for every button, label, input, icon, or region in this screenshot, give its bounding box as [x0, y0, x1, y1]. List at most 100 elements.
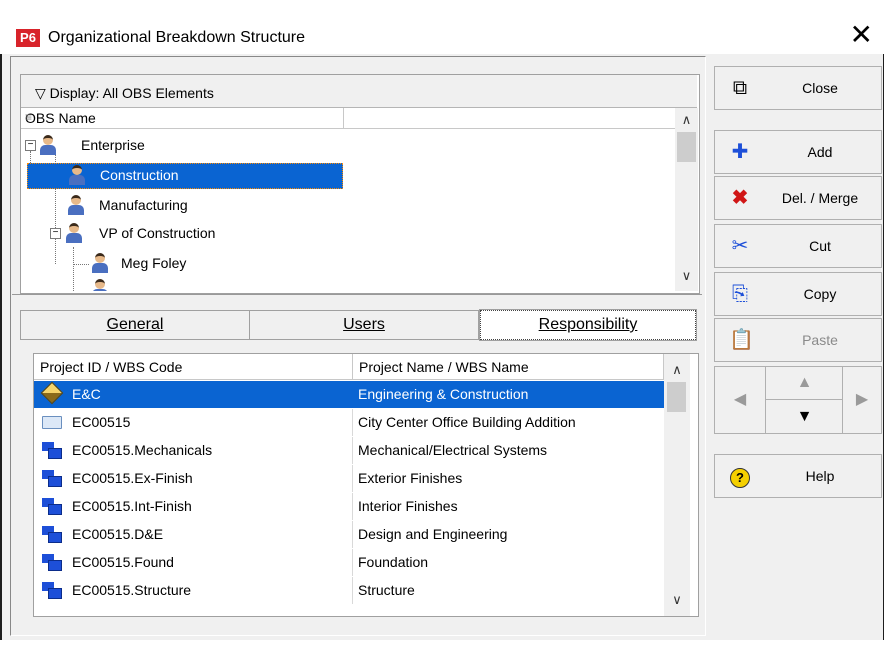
button-label: Paste [802, 332, 838, 348]
scroll-thumb[interactable] [667, 382, 686, 412]
table-row[interactable]: EC00515.D&E Design and Engineering [34, 521, 664, 548]
wbs-name: City Center Office Building Addition [358, 414, 576, 430]
tab-responsibility[interactable]: Responsibility [479, 309, 697, 341]
obs-tree-panel: ▽ Display: All OBS Elements OBS Name ≡ −… [20, 74, 700, 294]
table-row[interactable]: EC00515.Mechanicals Mechanical/Electrica… [34, 437, 664, 464]
obs-row-enterprise[interactable]: − Enterprise [21, 133, 351, 159]
button-label: Del. / Merge [781, 190, 859, 206]
wbs-icon [42, 498, 62, 516]
wbs-icon [42, 554, 62, 572]
close-button[interactable]: ⧉ Close [714, 66, 882, 110]
detail-tabs: General Users Responsibility [20, 309, 698, 341]
obs-row-label: VP of Construction [99, 225, 216, 241]
wbs-icon [42, 442, 62, 460]
obs-row-meg-foley[interactable]: Meg Foley [21, 251, 351, 277]
column-header-label: Project Name / WBS Name [359, 359, 529, 375]
folder-icon [42, 416, 62, 429]
add-icon: ✚ [731, 141, 749, 163]
collapse-icon[interactable]: − [25, 140, 36, 151]
scroll-thumb[interactable] [677, 132, 696, 162]
wbs-name: Interior Finishes [358, 498, 458, 514]
wbs-code: EC00515.Structure [72, 582, 192, 598]
delete-merge-button[interactable]: ✖ Del. / Merge [714, 176, 882, 220]
obs-row-label: Manufacturing [99, 197, 188, 213]
copy-icon: ⎘ [732, 283, 748, 305]
window-bottom-edge [0, 640, 885, 648]
wbs-icon [42, 470, 62, 488]
obs-row-vp-of-construction[interactable]: − VP of Construction [21, 221, 351, 247]
button-label: Copy [803, 286, 837, 302]
scroll-down-icon[interactable]: ∨ [664, 592, 690, 608]
obs-row-label: Meg Foley [121, 255, 187, 271]
obs-person-icon [68, 165, 86, 185]
delete-icon: ✖ [731, 187, 749, 209]
table-vertical-scrollbar[interactable]: ∧ ∨ [664, 354, 690, 616]
move-down-icon[interactable]: ▼ [766, 400, 843, 433]
move-up-icon[interactable]: ▲ [766, 367, 843, 400]
wbs-code: EC00515.D&E [72, 526, 164, 542]
table-row[interactable]: EC00515 City Center Office Building Addi… [34, 409, 664, 436]
help-icon: ? [729, 465, 751, 488]
button-label: Add [807, 144, 833, 160]
window-close-icon[interactable]: ✕ [850, 20, 873, 50]
wbs-name: Design and Engineering [358, 526, 508, 542]
wbs-code: EC00515.Int-Finish [72, 498, 192, 514]
paste-icon: 📋 [729, 329, 754, 351]
p6-app-icon: P6 [16, 29, 40, 47]
paste-button[interactable]: 📋 Paste [714, 318, 882, 362]
wbs-code: EC00515.Found [72, 554, 174, 570]
display-filter-label: ▽ Display: All OBS Elements [35, 85, 214, 101]
table-row[interactable]: EC00515.Ex-Finish Exterior Finishes [34, 465, 664, 492]
tab-label: General [106, 316, 164, 333]
table-row[interactable]: EC00515.Found Foundation [34, 549, 664, 576]
obs-person-icon [91, 279, 109, 291]
wbs-name: Exterior Finishes [358, 470, 463, 486]
scissors-icon: ✂ [731, 235, 749, 257]
obs-name-column-header[interactable]: OBS Name ≡ [21, 108, 344, 129]
copy-button[interactable]: ⎘ Copy [714, 272, 882, 316]
obs-person-icon [39, 135, 57, 155]
obs-empty-header [344, 108, 675, 129]
wbs-name: Engineering & Construction [358, 386, 529, 402]
column-header-project-name[interactable]: Project Name / WBS Name [353, 354, 664, 380]
add-button[interactable]: ✚ Add [714, 130, 882, 174]
wbs-name: Mechanical/Electrical Systems [358, 442, 548, 458]
wbs-icon [42, 526, 62, 544]
move-arrows-control: ◀ ▲ ▼ ▶ [714, 366, 882, 434]
wbs-code: EC00515.Ex-Finish [72, 470, 193, 486]
wbs-icon [42, 582, 62, 600]
tab-users[interactable]: Users [249, 310, 479, 340]
scroll-down-icon[interactable]: ∨ [675, 268, 698, 284]
cut-button[interactable]: ✂ Cut [714, 224, 882, 268]
obs-row-label: Enterprise [81, 137, 145, 153]
help-button[interactable]: ? Help [714, 454, 882, 498]
obs-vertical-scrollbar[interactable]: ∧ ∨ [675, 108, 698, 291]
wbs-code: EC00515.Mechanicals [72, 442, 213, 458]
column-header-project-id[interactable]: Project ID / WBS Code [34, 354, 353, 380]
scroll-up-icon[interactable]: ∧ [675, 112, 698, 128]
panel-splitter[interactable] [12, 294, 702, 299]
tab-general[interactable]: General [20, 310, 250, 340]
wbs-code: E&C [72, 386, 101, 402]
obs-person-icon [67, 195, 85, 215]
obs-row-manufacturing[interactable]: Manufacturing [21, 193, 351, 219]
column-sort-icon: ≡ [25, 110, 33, 124]
table-row[interactable]: EC00515.Structure Structure [34, 577, 664, 604]
collapse-icon[interactable]: − [50, 228, 61, 239]
display-filter-bar[interactable]: ▽ Display: All OBS Elements [21, 75, 697, 108]
table-row[interactable]: E&C Engineering & Construction [34, 381, 664, 408]
table-row[interactable]: EC00515.Int-Finish Interior Finishes [34, 493, 664, 520]
obs-row-construction[interactable]: Construction [27, 163, 343, 189]
title-bar: P6 Organizational Breakdown Structure ✕ [0, 0, 885, 54]
scroll-up-icon[interactable]: ∧ [664, 362, 690, 378]
wbs-code: EC00515 [72, 414, 131, 430]
move-right-icon[interactable]: ▶ [842, 367, 881, 433]
tab-label: Responsibility [538, 316, 638, 333]
window-title: Organizational Breakdown Structure [48, 29, 306, 46]
obs-row-label: Construction [100, 167, 179, 183]
obs-person-icon [91, 253, 109, 273]
move-left-icon[interactable]: ◀ [715, 367, 766, 433]
obs-person-icon [65, 223, 83, 243]
wbs-name: Structure [358, 582, 415, 598]
tab-label: Users [343, 316, 385, 333]
